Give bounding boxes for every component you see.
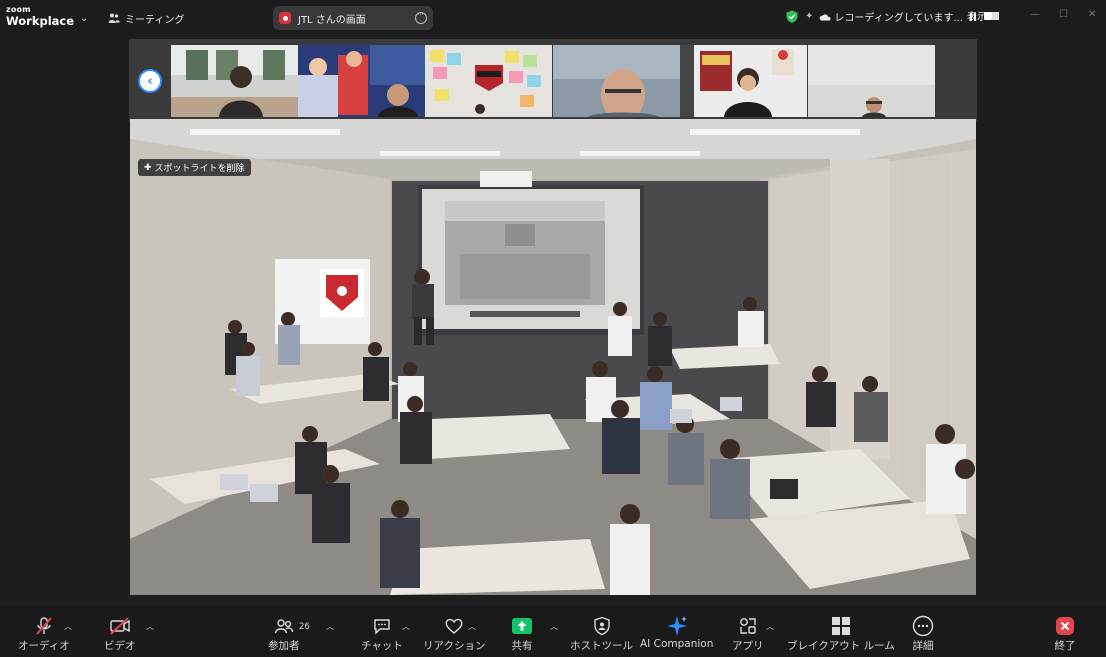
video-label: ビデオ — [104, 640, 136, 652]
more-dots-icon — [911, 615, 935, 637]
participant-thumbnail[interactable] — [680, 45, 807, 117]
microphone-muted-icon — [32, 615, 56, 637]
participants-button[interactable]: 参加者 — [268, 615, 300, 653]
ai-companion-sparkle-icon — [665, 615, 689, 637]
share-tab-label: JTL さんの画面 — [298, 14, 366, 26]
reaction-options-caret-icon[interactable]: ︿ — [468, 621, 476, 632]
apps-icon — [736, 615, 760, 637]
more-label: 詳細 — [912, 640, 934, 652]
video-button[interactable]: ビデオ — [104, 615, 136, 653]
participant-thumbnail[interactable] — [171, 45, 298, 117]
recording-status: ✦ レコーディングしています... — [786, 8, 992, 24]
apps-options-caret-icon[interactable]: ︿ — [766, 621, 774, 632]
meeting-people-icon — [108, 13, 120, 23]
share-options-caret-icon[interactable]: ︿ — [550, 621, 558, 632]
participant-count: 26 — [299, 622, 310, 632]
participant-thumbnail[interactable] — [808, 45, 935, 117]
breakout-grid-icon — [829, 615, 853, 637]
breakout-rooms-label: ブレイクアウト ルーム — [787, 640, 895, 652]
spotlight-video[interactable] — [130, 119, 976, 595]
chat-button[interactable]: チャット — [361, 615, 403, 653]
zoom-workplace-logo[interactable]: zoom Workplace ⌄ — [6, 5, 88, 31]
more-options-icon[interactable] — [415, 10, 427, 24]
remove-spotlight-button[interactable]: ✚ スポットライトを削除 — [138, 159, 251, 176]
chat-options-caret-icon[interactable]: ︿ — [402, 621, 410, 632]
reaction-label: リアクション — [423, 640, 486, 652]
end-label: 終了 — [1054, 640, 1076, 652]
cloud-recording-icon — [820, 13, 831, 20]
logo-zoom-text: zoom — [6, 5, 31, 14]
ai-sparkle-icon[interactable]: ✦ — [805, 11, 813, 22]
chevron-down-icon[interactable]: ⌄ — [80, 13, 88, 24]
view-label: 表示 — [967, 12, 987, 23]
apps-label: アプリ — [732, 640, 764, 652]
participant-thumbnail[interactable] — [553, 45, 680, 117]
view-layout-icon — [992, 11, 999, 20]
pin-icon: ✚ — [144, 162, 152, 173]
share-button[interactable]: 共有 — [510, 615, 534, 653]
participant-thumbnail[interactable] — [425, 45, 552, 117]
shield-icon — [590, 615, 614, 637]
ai-companion-label: AI Companion — [640, 638, 714, 650]
recording-status-text: レコーディングしています... — [834, 12, 963, 24]
end-meeting-button[interactable]: 終了 — [1053, 615, 1077, 653]
participants-options-caret-icon[interactable]: ︿ — [326, 621, 334, 632]
apps-button[interactable]: アプリ — [732, 615, 764, 653]
chat-label: チャット — [361, 640, 403, 652]
end-x-icon — [1053, 615, 1077, 637]
chat-bubble-icon — [370, 615, 394, 637]
video-stage: ‹ ✚ スポットライトを削除 — [0, 34, 1106, 606]
participants-icon — [272, 615, 296, 637]
share-screen-icon — [510, 615, 534, 637]
chevron-left-icon: ‹ — [147, 73, 153, 89]
audio-options-caret-icon[interactable]: ︿ — [64, 621, 72, 632]
logo-workplace-text: Workplace — [6, 14, 75, 28]
view-button[interactable]: 表示 — [967, 8, 999, 23]
host-tools-button[interactable]: ホストツール — [570, 615, 633, 653]
breakout-rooms-button[interactable]: ブレイクアウト ルーム — [787, 615, 895, 653]
close-icon[interactable]: ✕ — [1088, 9, 1096, 20]
security-shield-icon[interactable] — [786, 10, 798, 23]
reaction-button[interactable]: リアクション — [423, 615, 485, 653]
meeting-label: ミーティング — [125, 14, 185, 26]
audio-label: オーディオ — [18, 640, 70, 652]
remove-spotlight-label: スポットライトを削除 — [154, 164, 245, 174]
host-tools-label: ホストツール — [570, 640, 633, 652]
minimize-icon[interactable]: — — [1030, 9, 1040, 20]
camera-off-icon — [108, 615, 132, 637]
meeting-menu[interactable]: ミーティング — [108, 9, 184, 27]
sharer-app-icon — [279, 12, 291, 24]
share-screen-tab[interactable]: JTL さんの画面 — [273, 6, 433, 30]
title-bar: zoom Workplace ⌄ ミーティング JTL さんの画面 ✦ レコーデ… — [0, 0, 1106, 34]
audio-button[interactable]: オーディオ — [18, 615, 70, 653]
participant-thumbnail[interactable] — [298, 45, 425, 117]
meeting-toolbar: オーディオ ︿ ビデオ ︿ 参加者 26 ︿ チャット ︿ リアクション ︿ 共… — [0, 606, 1106, 657]
more-button[interactable]: 詳細 — [911, 615, 935, 653]
participants-label: 参加者 — [268, 640, 300, 652]
ai-companion-button[interactable]: AI Companion — [640, 615, 713, 650]
gallery-previous-button[interactable]: ‹ — [138, 69, 162, 93]
heart-icon — [442, 615, 466, 637]
share-label: 共有 — [511, 640, 533, 652]
video-options-caret-icon[interactable]: ︿ — [146, 621, 154, 632]
maximize-icon[interactable]: ☐ — [1059, 9, 1068, 20]
